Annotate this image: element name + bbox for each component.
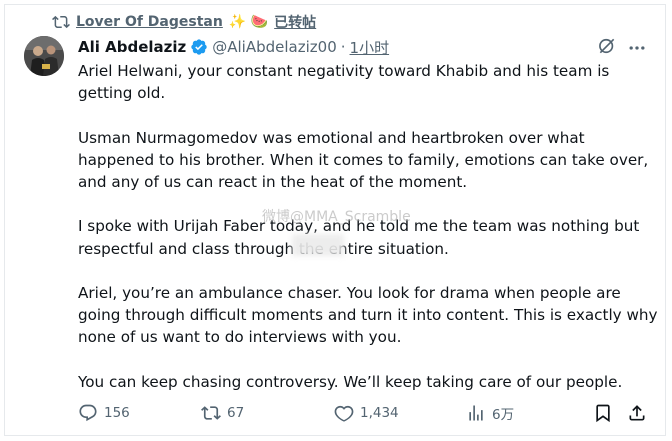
tweet-paragraph: Ariel, you’re an ambulance chaser. You l… — [78, 283, 658, 347]
repost-header: Lover Of Dagestan ✨ 🍉 已转帖 — [52, 12, 316, 32]
avatar-image — [24, 36, 64, 76]
reply-button[interactable]: 156 — [78, 400, 130, 426]
views-count: 6万 — [492, 407, 515, 423]
like-button[interactable]: 1,434 — [334, 400, 399, 426]
author-row: Ali Abdelaziz @AliAbdelaziz00 · 1小时 — [78, 36, 389, 58]
repost-label: 已转帖 — [274, 15, 317, 31]
repost-user-link[interactable]: Lover Of Dagestan — [76, 14, 223, 30]
repost-icon — [52, 15, 70, 29]
bookmark-button[interactable] — [593, 400, 613, 426]
tweet-paragraph: You can keep chasing controversy. We’ll … — [78, 372, 623, 391]
more-icon[interactable] — [627, 38, 647, 58]
avatar[interactable] — [24, 36, 64, 76]
repost-button[interactable]: 67 — [201, 400, 244, 426]
bookmark-icon — [596, 404, 610, 423]
heart-icon — [334, 405, 354, 422]
author-handle[interactable]: @AliAbdelaziz00 — [212, 38, 337, 56]
tweet-body: Ariel Helwani, your constant negativity … — [78, 60, 658, 415]
share-button[interactable] — [627, 400, 647, 426]
grok-icon[interactable] — [597, 36, 617, 56]
views-button[interactable]: 6万 — [466, 400, 514, 426]
blurred-patch — [292, 234, 344, 256]
tweet-paragraph: Ariel Helwani, your constant negativity … — [78, 62, 610, 103]
repost-icon — [201, 406, 221, 420]
author-display-name[interactable]: Ali Abdelaziz — [78, 38, 186, 56]
views-icon — [469, 405, 483, 421]
share-icon — [629, 405, 645, 421]
reply-icon — [79, 404, 97, 422]
reply-count: 156 — [104, 405, 130, 421]
like-count: 1,434 — [360, 405, 399, 421]
repost-emoji: ✨ 🍉 — [228, 14, 269, 30]
separator-dot: · — [340, 38, 346, 56]
tweet-paragraph: I spoke with Urijah Faber today, and he … — [78, 217, 640, 258]
tweet-paragraph: Usman Nurmagomedov was emotional and hea… — [78, 128, 649, 191]
action-bar: 156 67 1,434 6万 — [76, 400, 652, 426]
verified-badge-icon[interactable] — [190, 38, 208, 56]
repost-count: 67 — [227, 405, 245, 421]
post-time[interactable]: 1小时 — [350, 37, 390, 58]
